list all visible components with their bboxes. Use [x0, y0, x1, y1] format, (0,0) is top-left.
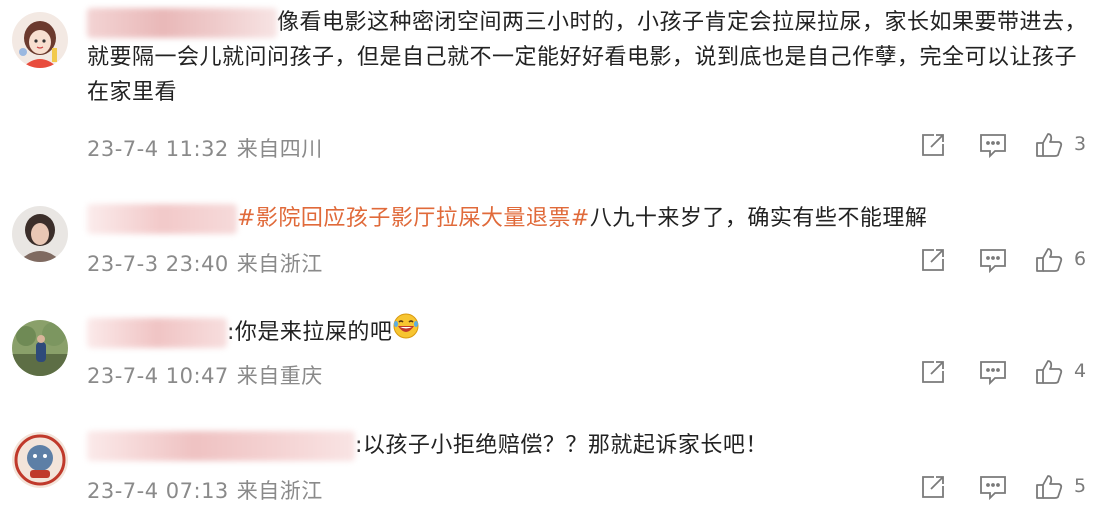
blurred-username[interactable]	[87, 8, 277, 38]
blurred-username[interactable]	[87, 204, 237, 234]
share-icon	[922, 134, 944, 156]
like-count: 3	[1074, 133, 1087, 155]
topic-hashtag-link[interactable]: #影院回应孩子影厅拉屎大量退票#	[237, 206, 590, 231]
comment-text: :以孩子小拒绝赔偿？？那就起诉家长吧！	[87, 428, 1087, 463]
comment-location: 来自重庆	[236, 364, 323, 388]
comment-location: 来自浙江	[236, 252, 323, 276]
like-button[interactable]	[1034, 245, 1064, 279]
comment-icon	[980, 476, 1006, 501]
woman-photo-avatar-icon	[12, 206, 68, 262]
cartoon-stamp-avatar-icon	[12, 432, 68, 488]
comment-button[interactable]	[978, 357, 1008, 391]
outdoor-photo-avatar-icon	[12, 320, 68, 376]
comment-icon	[980, 134, 1006, 159]
share-icon	[922, 361, 944, 383]
comment-location: 来自浙江	[236, 479, 323, 503]
thumbs-up-icon	[1036, 248, 1063, 272]
comment-icon	[980, 249, 1006, 274]
comment-meta: 23-7-3 23:40 来自浙江	[87, 248, 323, 278]
comment-button[interactable]	[978, 130, 1008, 164]
share-icon	[922, 476, 944, 498]
share-button[interactable]	[918, 130, 948, 164]
comment-icon	[980, 361, 1006, 386]
blurred-username[interactable]	[87, 431, 355, 461]
avatar[interactable]	[12, 206, 68, 262]
comment-button[interactable]	[978, 245, 1008, 279]
comment-date: 23-7-4 10:47	[87, 364, 229, 388]
comment-date: 23-7-4 07:13	[87, 479, 229, 503]
thumbs-up-icon	[1036, 360, 1063, 384]
blurred-username[interactable]	[87, 318, 227, 348]
laughing-crying-emoji	[392, 312, 420, 351]
avatar[interactable]	[12, 432, 68, 488]
thumbs-up-icon	[1036, 133, 1063, 157]
comment-meta: 23-7-4 07:13 来自浙江	[87, 475, 323, 505]
comment-location: 来自四川	[236, 137, 323, 161]
comment-date: 23-7-3 23:40	[87, 252, 229, 276]
like-count: 5	[1074, 475, 1087, 497]
comment-actions: 4	[918, 357, 1093, 389]
like-button[interactable]	[1034, 472, 1064, 506]
like-count: 4	[1074, 360, 1087, 382]
thumbs-up-icon	[1036, 475, 1063, 499]
share-button[interactable]	[918, 472, 948, 506]
comment-meta: 23-7-4 11:32 来自四川	[87, 133, 323, 163]
comment-meta: 23-7-4 10:47 来自重庆	[87, 360, 323, 390]
share-icon	[922, 249, 944, 271]
like-count: 6	[1074, 248, 1087, 270]
like-button[interactable]	[1034, 357, 1064, 391]
comment-actions: 5	[918, 472, 1093, 504]
comment-text: 像看电影这种密闭空间两三小时的，小孩子肯定会拉屎拉尿，家长如果要带进去，就要隔一…	[87, 8, 1088, 105]
girl-cartoon-avatar-icon	[12, 12, 68, 68]
comment-date: 23-7-4 11:32	[87, 137, 229, 161]
comment-actions: 3	[918, 130, 1093, 162]
comment-actions: 6	[918, 245, 1093, 277]
share-button[interactable]	[918, 245, 948, 279]
comment-text: :你是来拉屎的吧	[87, 312, 1087, 351]
avatar[interactable]	[12, 12, 68, 68]
avatar[interactable]	[12, 320, 68, 376]
comment-button[interactable]	[978, 472, 1008, 506]
share-button[interactable]	[918, 357, 948, 391]
comment-text: #影院回应孩子影厅拉屎大量退票#八九十来岁了，确实有些不能理解	[87, 201, 1087, 236]
like-button[interactable]	[1034, 130, 1064, 164]
